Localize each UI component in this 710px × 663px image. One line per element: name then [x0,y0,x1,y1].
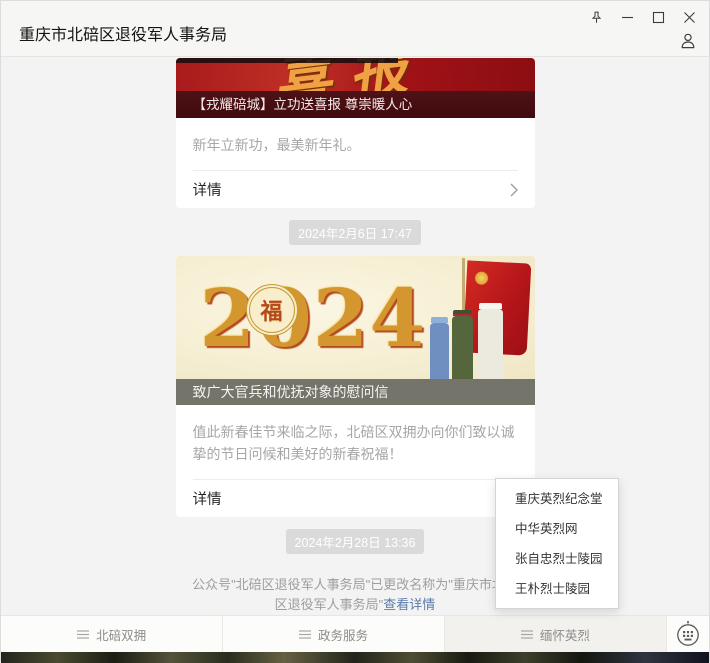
soldier-cap [453,310,472,316]
fu-seal-icon: 福 [246,284,298,336]
system-message: 公众号"北碚区退役军人事务局"已更改名称为"重庆市北碚区退役军人事务局"查看详情 [186,575,524,615]
popup-item-wangpu[interactable]: 王朴烈士陵园 [496,574,618,604]
timestamp-badge: 2024年2月6日 17:47 [289,220,421,245]
article-card-weiwenxin[interactable]: 2024 福 致广大官兵和优抚对象的慰问信 值此新春佳节来临之际，北碚区双拥办向… [176,256,535,517]
article-title-banner: 致广大官兵和优抚对象的慰问信 [176,379,535,405]
detail-link-row[interactable]: 详情 [193,171,518,208]
minimize-icon[interactable] [612,5,643,29]
tab-label: 政务服务 [318,625,368,644]
tab-label: 北碚双拥 [96,625,146,644]
close-icon[interactable] [674,5,705,29]
soldier-figure-green [452,316,473,379]
image-dark-edge [176,58,399,63]
popup-item-yingliewang[interactable]: 中华英烈网 [496,514,618,544]
menu-lines-icon [521,630,533,639]
soldier-cap [431,317,448,323]
menu-popup: 重庆英烈纪念堂 中华英烈网 张自忠烈士陵园 王朴烈士陵园 [495,478,619,609]
maximize-icon[interactable] [643,5,674,29]
popup-item-zhangzizhong[interactable]: 张自忠烈士陵园 [496,544,618,574]
menu-lines-icon [299,630,311,639]
tab-mianhuai-yinglie[interactable]: 缅怀英烈 [444,616,666,652]
pin-icon[interactable] [581,5,612,29]
flag-star-icon [474,271,489,286]
window-controls [581,5,705,29]
detail-link-row[interactable]: 详情 [193,480,518,517]
popup-item-jinianting[interactable]: 重庆英烈纪念堂 [496,484,618,514]
soldier-figure-blue [430,323,449,379]
menu-lines-icon [77,630,89,639]
desktop-wallpaper-strip [1,652,709,663]
title-bar: 重庆市北碚区退役军人事务局 [1,1,709,57]
timestamp-badge: 2024年2月28日 13:36 [286,529,425,554]
window-title: 重庆市北碚区退役军人事务局 [19,21,227,45]
article-cover-image: 喜报 [176,58,535,91]
article-summary: 值此新春佳节来临之际，北碚区双拥办向你们致以诚挚的节日问候和美好的新春祝福！ [193,421,518,465]
view-details-link[interactable]: 查看详情 [383,597,435,612]
chevron-right-icon [510,183,518,197]
detail-label: 详情 [193,488,222,509]
article-body: 值此新春佳节来临之际，北碚区双拥办向你们致以诚挚的节日问候和美好的新春祝福！ 详… [176,421,535,517]
detail-label: 详情 [193,179,222,200]
bottom-menu-bar: 北碚双拥 政务服务 缅怀英烈 [1,615,709,652]
article-cover-image: 2024 福 [176,256,535,379]
tab-beibei-shuangyong[interactable]: 北碚双拥 [1,616,222,652]
keyboard-toggle-icon [675,620,701,648]
keyboard-toggle-button[interactable] [666,616,709,652]
article-summary: 新年立新功，最美新年礼。 [193,134,518,156]
message-feed: 喜报 【戎耀碚城】立功送喜报 尊崇暖人心 新年立新功，最美新年礼。 详情 202… [176,58,535,615]
tab-zhengwu-fuwu[interactable]: 政务服务 [222,616,443,652]
new-year-2024-text: 2024 [200,270,427,366]
article-body: 新年立新功，最美新年礼。 详情 [176,134,535,208]
article-title-banner: 【戎耀碚城】立功送喜报 尊崇暖人心 [176,91,535,118]
timestamp: 2024年2月6日 17:47 [176,220,535,245]
soldier-cap [479,303,502,309]
timestamp: 2024年2月28日 13:36 [176,529,535,554]
system-message-text: 公众号"北碚区退役军人事务局"已更改名称为"重庆市北碚区退役军人事务局" [192,577,518,612]
tab-label: 缅怀英烈 [540,625,590,644]
profile-person-icon[interactable] [677,31,699,51]
soldier-figure-white [478,309,503,379]
article-card-gongbao[interactable]: 喜报 【戎耀碚城】立功送喜报 尊崇暖人心 新年立新功，最美新年礼。 详情 [176,58,535,208]
